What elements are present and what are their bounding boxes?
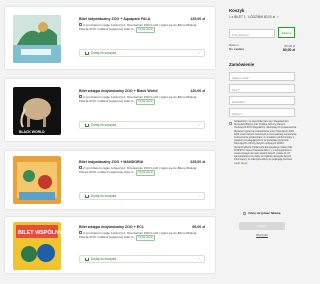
consent-checkbox-row: Oświadczam, że zapoznałem/am się z Regul… (229, 121, 297, 166)
product-description: 2 tym biletem nagle zobaczysz: Orientari… (79, 231, 197, 242)
product-price: 120,00 zł (190, 89, 205, 93)
discount-code-input[interactable]: Kod rabatowy (229, 29, 275, 38)
total-label-main: Do zapłaty (229, 47, 245, 51)
order-title: Zamówienie (229, 62, 255, 67)
total-value-main: 80,00 zł (282, 48, 295, 52)
clear-cart-link[interactable]: Wyczyść (239, 233, 285, 237)
product-image-black-world[interactable]: BLACK WORLD (13, 87, 61, 135)
read-more-button[interactable]: Czytaj więcej (136, 27, 155, 34)
consent-text: Oświadczam, że zapoznałem/am się z Regul… (234, 121, 297, 162)
invoice-checkbox[interactable] (243, 211, 247, 215)
phone-field[interactable]: Telefon * (229, 108, 295, 117)
read-more-button[interactable]: Czytaj więcej (136, 170, 155, 177)
chevron-right-icon: › (198, 123, 200, 127)
black-world-caption: BLACK WORLD (19, 130, 45, 134)
total-value: 80,00 zł 80,00 zł (283, 44, 295, 52)
check-icon (79, 95, 82, 99)
cart-icon (85, 51, 89, 56)
product-price: 95,00 zł (192, 225, 205, 229)
check-icon (79, 23, 82, 27)
consent-text-block: Oświadczam, że zapoznałem/am się z Regul… (234, 121, 297, 166)
add-to-cart-label: Dodaj do koszyka (91, 194, 117, 198)
product-price: 225,00 zł (190, 160, 205, 164)
first-name-field[interactable]: Imię * (229, 84, 295, 93)
product-title[interactable]: Bilet indywidualny ZOO + MANDORIA (79, 160, 143, 164)
product-title[interactable]: Bilet indywidualny ZOO + Aquapark FALA (79, 17, 150, 21)
product-image-aquapark[interactable] (13, 15, 61, 63)
product-card: BLACK WORLD Bilet wstępu indywidualny ZO… (4, 78, 216, 142)
product-description: 2 tym biletem nagle zobaczysz: Orientari… (79, 166, 197, 177)
consent-more-link[interactable]: pokaż więcej (234, 163, 247, 165)
chevron-right-icon: › (198, 257, 200, 261)
add-to-cart-label: Dodaj do koszyka (91, 51, 117, 55)
bilet-wspolny-caption: BILET WSPÓLNY (18, 228, 61, 236)
product-title[interactable]: Bilet wstępu indywidualny ZOO + Black Wo… (79, 89, 158, 93)
email-field[interactable]: Adres e-mail * (229, 72, 295, 81)
product-price: 125,00 zł (190, 17, 205, 21)
last-name-field[interactable]: Nazwisko * (229, 96, 295, 105)
invoice-checkbox-row[interactable]: Chcę otrzymać fakturę (229, 211, 295, 215)
product-description: 2 tym biletem nagle zobaczysz: Orientari… (79, 23, 197, 34)
check-icon (79, 231, 82, 235)
product-card: Bilet indywidualny ZOO + Aquapark FALA 1… (4, 6, 216, 70)
product-card: BILET WSPÓLNY Bilet wstępu indywidualny … (4, 216, 216, 274)
cart-line-item: 1 x BILET 1 - ŁÓDŹ/BW 80,00 zł × (229, 15, 279, 19)
cart-icon (85, 194, 89, 199)
cart-line-item-text: 1 x BILET 1 - ŁÓDŹ/BW 80,00 zł (229, 15, 275, 19)
add-to-cart-button[interactable]: Dodaj do koszyka › (79, 121, 205, 129)
checkout-panel: Koszyk 1 x BILET 1 - ŁÓDŹ/BW 80,00 zł × K… (224, 0, 300, 284)
invoice-label: Chcę otrzymać fakturę (248, 211, 281, 215)
consent-checkbox[interactable] (229, 121, 232, 125)
cart-icon (85, 123, 89, 128)
cart-title: Koszyk (229, 8, 245, 13)
close-icon[interactable]: × (277, 15, 279, 19)
total-label: Razem Do zapłaty (229, 43, 244, 51)
check-icon (79, 166, 82, 170)
read-more-button[interactable]: Czytaj więcej (136, 235, 155, 242)
add-to-cart-label: Dodaj do koszyka (91, 123, 117, 127)
product-image-ec1[interactable]: BILET WSPÓLNY (13, 222, 61, 270)
pay-button[interactable]: Zapłać (239, 222, 285, 230)
add-to-cart-button[interactable]: Dodaj do koszyka › (79, 255, 205, 263)
add-to-cart-button[interactable]: Dodaj do koszyka › (79, 192, 205, 200)
cart-icon (85, 257, 89, 262)
product-title[interactable]: Bilet wstępu indywidualny ZOO + EC1 (79, 225, 144, 229)
product-image-mandoria[interactable] (13, 156, 61, 204)
read-more-button[interactable]: Czytaj więcej (136, 99, 155, 106)
chevron-right-icon: › (198, 194, 200, 198)
shop-page: Bilet indywidualny ZOO + Aquapark FALA 1… (0, 0, 300, 284)
add-to-cart-button[interactable]: Dodaj do koszyka › (79, 49, 205, 57)
add-to-cart-label: Dodaj do koszyka (91, 257, 117, 261)
apply-code-button[interactable]: Zastosuj (278, 27, 295, 38)
product-description: 2 tym biletem nagle zobaczysz: Orientari… (79, 95, 197, 106)
product-list: Bilet indywidualny ZOO + Aquapark FALA 1… (0, 0, 218, 284)
product-card: Bilet indywidualny ZOO + MANDORIA 225,00… (4, 150, 216, 210)
chevron-right-icon: › (198, 51, 200, 55)
